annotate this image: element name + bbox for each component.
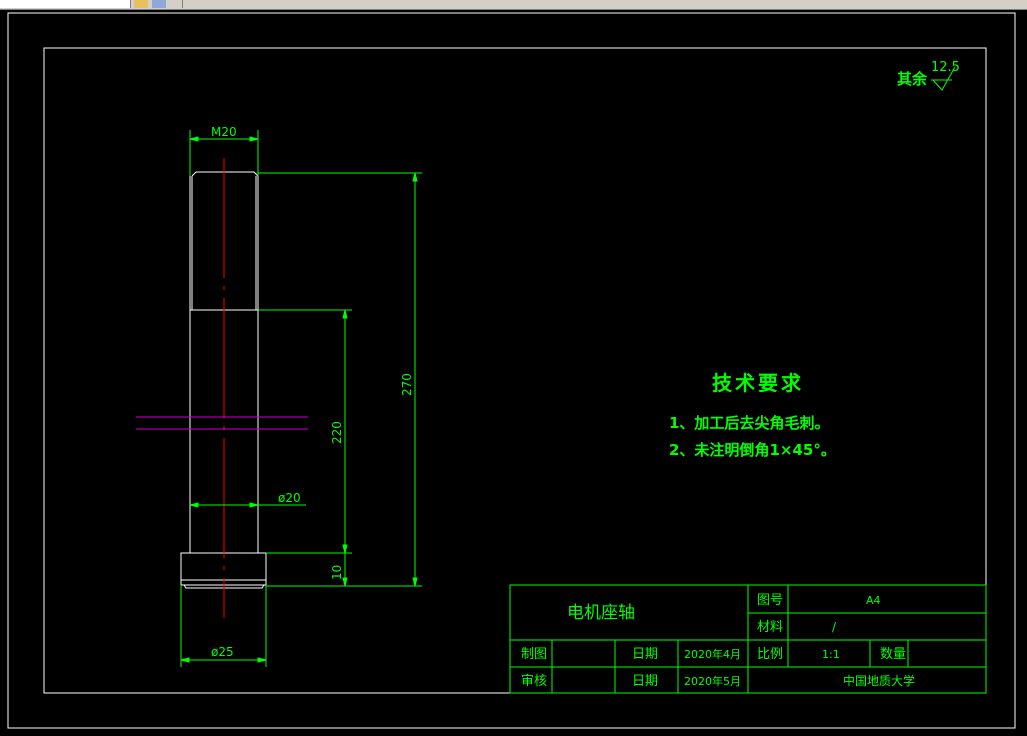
roughness-value: 12.5	[931, 60, 960, 75]
roughness-label: 其余	[897, 70, 928, 88]
toolbar-icon[interactable]	[152, 0, 166, 8]
material-value: /	[832, 620, 837, 634]
part-name: 电机座轴	[567, 603, 635, 623]
date-label-2: 日期	[632, 674, 658, 689]
drawing-canvas[interactable]: 其余 12.5 M20 270 220 10 ø20 ø25 技术要求 1、加工…	[0, 10, 1027, 732]
dimension-head-diameter-text: ø25	[211, 645, 234, 659]
toolbar-field[interactable]	[0, 0, 131, 8]
scale-label: 比例	[757, 647, 783, 662]
window-toolbar-strip	[0, 0, 1027, 10]
date-value-2: 2020年5月	[684, 674, 741, 688]
qty-label: 数量	[880, 647, 906, 662]
date-value-1: 2020年4月	[684, 647, 741, 661]
toolbar-icon[interactable]	[134, 0, 148, 8]
tech-requirement-1: 1、加工后去尖角毛刺。	[669, 414, 829, 432]
material-label: 材料	[757, 620, 783, 635]
scale-value: 1:1	[822, 648, 840, 661]
dimension-shaft-length	[258, 309, 352, 586]
tech-requirement-2: 2、未注明倒角1×45°。	[669, 441, 836, 459]
dimension-total-length	[258, 172, 422, 587]
dimension-head-height-text: 10	[330, 565, 344, 580]
date-label-1: 日期	[632, 647, 658, 662]
organization: 中国地质大学	[843, 673, 915, 688]
tech-requirements-title: 技术要求	[712, 371, 804, 395]
dimension-shaft-length-text: 220	[330, 421, 344, 444]
inner-frame	[43, 47, 987, 694]
roughness-symbol: 其余 12.5	[897, 60, 960, 91]
checked-label: 审核	[521, 674, 547, 689]
drawing-no-label: 图号	[757, 593, 783, 608]
toolbar-separator	[182, 0, 183, 8]
dimension-total-length-text: 270	[400, 373, 414, 396]
outer-frame	[7, 12, 1016, 729]
dimension-shaft-diameter-text: ø20	[278, 491, 301, 505]
drawing-no-value: A4	[866, 594, 881, 607]
dimension-thread-text: M20	[211, 125, 237, 139]
drawn-label: 制图	[521, 647, 547, 662]
